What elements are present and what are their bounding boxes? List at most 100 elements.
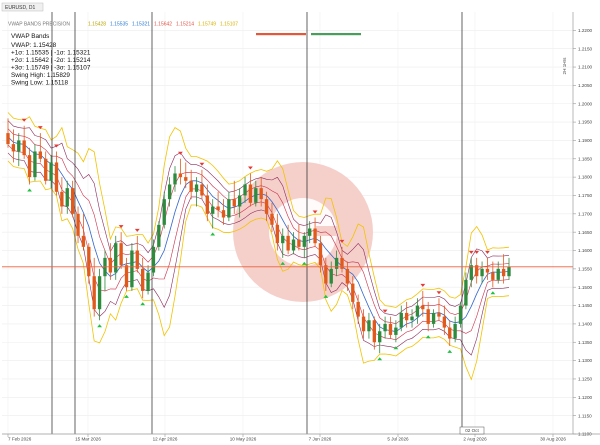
x-tick-label: 7 Jun 2026 (309, 437, 332, 442)
candle-bear (286, 235, 290, 251)
candle-bear (216, 206, 220, 211)
header-toggle-button[interactable] (256, 33, 306, 36)
y-tick-label: 1.1150 (578, 413, 592, 418)
y-tick-label: 1.1700 (578, 211, 592, 216)
candle-bear (421, 305, 425, 310)
header-value: 1.15642 (154, 22, 172, 28)
candle-bull (167, 184, 172, 200)
x-tick-label: 10 May 2026 (230, 437, 257, 442)
candle-bull (97, 276, 102, 310)
candle-bear (22, 140, 26, 156)
y-tick-label: 1.2150 (578, 46, 592, 51)
candle-bear (324, 265, 328, 284)
y-tick-label: 1.1600 (578, 248, 592, 253)
legend-line: +2σ: 1.15642 | -2σ: 1.15214 (11, 57, 91, 64)
candle-bear (44, 158, 48, 181)
candle-bear (119, 243, 123, 266)
candle-bear (356, 301, 360, 317)
candle-bull (383, 323, 387, 332)
y-tick-label: 1.1350 (578, 340, 592, 345)
y-tick-label: 1.1250 (578, 377, 592, 382)
y-tick-label: 1.1900 (578, 138, 592, 143)
candle-bear (448, 327, 452, 339)
y-tick-label: 1.1300 (578, 358, 592, 363)
x-tick-label: 30 Aug 2026 (540, 437, 566, 442)
candle-bull (399, 312, 403, 328)
candle-bear (361, 316, 366, 332)
legend-line: Swing Low: 1.15118 (11, 80, 69, 87)
candle-bear (54, 162, 59, 192)
y-tick-label: 1.1850 (578, 156, 592, 161)
header-value: 1.15321 (132, 22, 150, 28)
candle-bear (135, 250, 139, 269)
vwap-bands-chart: 1.15555 1.11001.11501.12001.12501.13001.… (0, 0, 600, 445)
y-tick-label: 1.1750 (578, 193, 592, 198)
y-tick-label: 1.1200 (578, 395, 592, 400)
candle-bear (270, 213, 274, 225)
candle-bull (151, 246, 156, 273)
candle-bull (378, 331, 382, 343)
y-tick-label: 1.1450 (578, 303, 592, 308)
candle-bear (232, 199, 236, 207)
candle-bear (437, 312, 441, 317)
candle-bear (426, 309, 430, 324)
candle-bear (404, 312, 409, 321)
candle-bear (38, 151, 42, 159)
candle-bear (491, 272, 495, 280)
candle-bear (264, 199, 269, 214)
header-value: 1.15535 (110, 22, 128, 28)
candle-bear (200, 184, 204, 196)
legend-line: +3σ: 1.15749 | -3σ: 1.15107 (11, 65, 91, 72)
y-tick-label: 1.1950 (578, 120, 592, 125)
candle-bull (431, 312, 436, 324)
candle-bull (254, 188, 258, 203)
candle-bull (507, 267, 511, 277)
y-tick-label: 1.2100 (578, 65, 592, 70)
candle-bull (194, 184, 199, 192)
candle-bear (248, 184, 253, 203)
y-tick-label: 1.1500 (578, 285, 592, 290)
candle-bear (205, 195, 209, 214)
y-tick-label: 1.2200 (578, 28, 592, 33)
candle-bull (237, 195, 242, 207)
indicator-title: VWAP BANDS PRECISION (8, 22, 70, 28)
x-tick-label: 5 Jul 2026 (387, 437, 409, 442)
candle-bull (114, 243, 118, 273)
candle-bear (92, 276, 96, 310)
candle-bear (345, 268, 350, 284)
candle-bear (60, 191, 64, 207)
candle-bull (157, 224, 161, 247)
candle-bull (302, 235, 306, 247)
x-tick-label: 12 Apr 2026 (153, 437, 178, 442)
candle-bull (65, 188, 69, 207)
candle-bull (410, 316, 414, 321)
candle-bull (496, 268, 500, 280)
symbol-tab-label: EURUSD, D1 (5, 5, 36, 11)
legend-line: +1σ: 1.15535 | -1σ: 1.15321 (11, 50, 91, 57)
candle-bear (388, 323, 393, 335)
candle-bear (178, 173, 183, 178)
y-tick-label: 1.1650 (578, 230, 592, 235)
x-tick-label: 2 Aug 2026 (463, 437, 487, 442)
y-tick-label: 1.2050 (578, 83, 592, 88)
candle-bull (243, 184, 247, 196)
candle-bull (394, 327, 398, 335)
candle-bear (318, 243, 323, 266)
candle-bull (453, 323, 457, 339)
candle-bear (485, 268, 490, 273)
candle-bear (27, 155, 32, 178)
candle-bull (281, 235, 285, 244)
candle-bull (211, 206, 215, 214)
candle-bull (308, 228, 312, 236)
candle-bear (87, 246, 91, 277)
candle-bear (275, 224, 280, 244)
candle-bull (130, 250, 134, 288)
legend-line: Swing High: 1.15829 (11, 72, 70, 79)
header-toggle-button[interactable] (311, 33, 361, 36)
axis-tag-label: 2H 1Hrs (562, 57, 567, 75)
candle-bear (76, 213, 80, 236)
candle-bull (162, 199, 166, 225)
candle-bear (501, 268, 506, 277)
time-tag-label: 02 Oct (465, 428, 479, 433)
candle-bear (141, 268, 145, 291)
